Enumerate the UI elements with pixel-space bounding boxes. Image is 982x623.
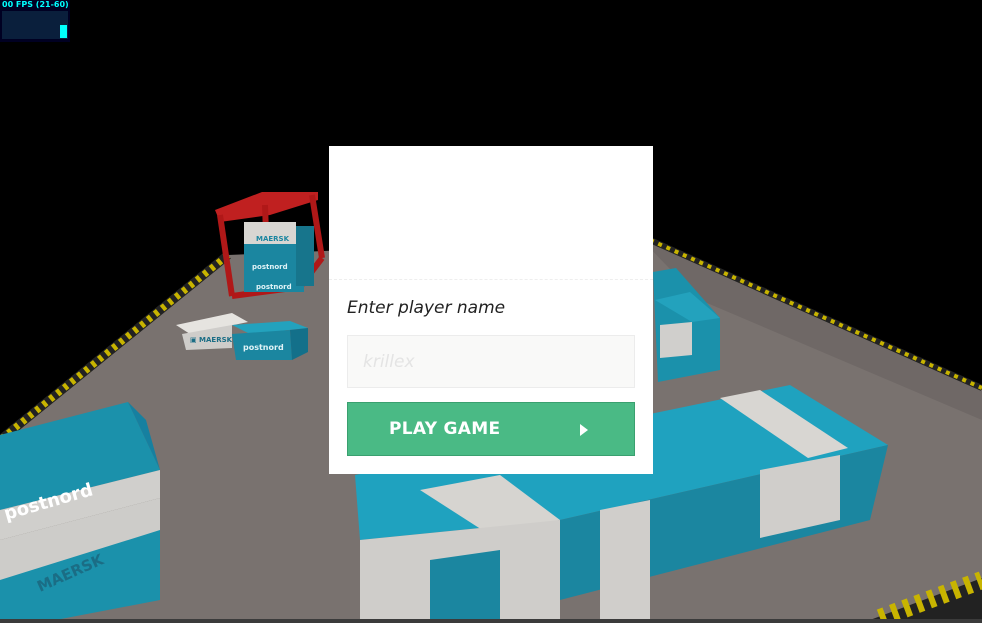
player-name-input[interactable] (347, 335, 635, 388)
play-game-label: PLAY GAME (389, 419, 501, 439)
fps-meter: 00 FPS (21-60) (0, 0, 70, 42)
container-stack-bottom-left: postnord MAERSK (0, 402, 160, 623)
play-triangle-icon (580, 424, 588, 436)
svg-text:postnord: postnord (252, 263, 288, 271)
svg-text:▣ MAERSK: ▣ MAERSK (190, 336, 233, 344)
svg-text:postnord: postnord (256, 283, 292, 291)
svg-text:postnord: postnord (243, 343, 284, 352)
player-name-dialog: Enter player name PLAY GAME (329, 146, 653, 474)
floor-bottom-edge (0, 619, 982, 623)
container-postnord-small: postnord (232, 321, 308, 360)
fps-bar (60, 25, 67, 38)
svg-text:MAERSK: MAERSK (256, 235, 290, 243)
crane-containers: MAERSK postnord postnord (244, 222, 314, 292)
fps-graph (2, 11, 68, 39)
dialog-header (329, 146, 653, 280)
player-name-label: Enter player name (347, 298, 506, 318)
fps-text: 00 FPS (21-60) (2, 0, 69, 9)
play-game-button[interactable]: PLAY GAME (347, 402, 635, 456)
